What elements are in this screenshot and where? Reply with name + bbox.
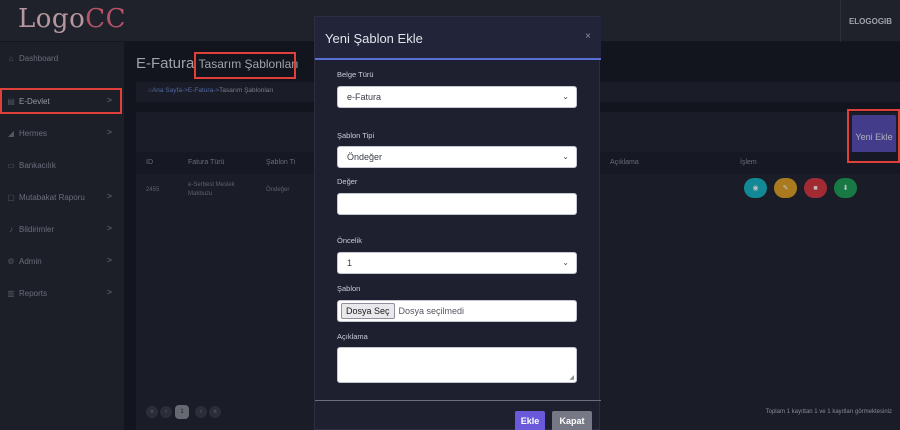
add-button[interactable]: Ekle xyxy=(515,411,545,430)
choose-file-button[interactable]: Dosya Seç xyxy=(341,303,395,319)
deger-label: Değer xyxy=(337,177,358,186)
modal-header: Yeni Şablon Ekle × xyxy=(315,17,601,60)
aciklama-label: Açıklama xyxy=(337,332,368,341)
chevron-down-icon: ⌄ xyxy=(562,258,569,267)
modal-title: Yeni Şablon Ekle xyxy=(325,31,423,46)
file-status: Dosya seçilmedi xyxy=(398,306,465,316)
sablon-tipi-select[interactable]: Öndeğer ⌄ xyxy=(337,146,577,168)
aciklama-textarea[interactable]: ◢ xyxy=(337,347,577,383)
sablon-tipi-value: Öndeğer xyxy=(347,152,383,162)
belge-turu-select[interactable]: e-Fatura ⌄ xyxy=(337,86,577,108)
belge-turu-label: Belge Türü xyxy=(337,70,374,79)
sablon-file-input[interactable]: Dosya Seç Dosya seçilmedi xyxy=(337,300,577,322)
sablon-tipi-label: Şablon Tipi xyxy=(337,131,375,140)
belge-turu-value: e-Fatura xyxy=(347,92,382,102)
close-button[interactable]: Kapat xyxy=(552,411,592,430)
oncelik-label: Öncelik xyxy=(337,236,363,245)
add-template-modal: Yeni Şablon Ekle × Belge Türü e-Fatura ⌄… xyxy=(314,16,601,430)
chevron-down-icon: ⌄ xyxy=(562,92,569,101)
close-icon[interactable]: × xyxy=(585,31,591,42)
oncelik-value: 1 xyxy=(347,258,353,268)
deger-input[interactable] xyxy=(337,193,577,215)
oncelik-select[interactable]: 1 ⌄ xyxy=(337,252,577,274)
chevron-down-icon: ⌄ xyxy=(562,152,569,161)
resize-handle-icon[interactable]: ◢ xyxy=(569,374,574,381)
modal-divider xyxy=(315,400,601,401)
sablon-label: Şablon xyxy=(337,284,361,293)
